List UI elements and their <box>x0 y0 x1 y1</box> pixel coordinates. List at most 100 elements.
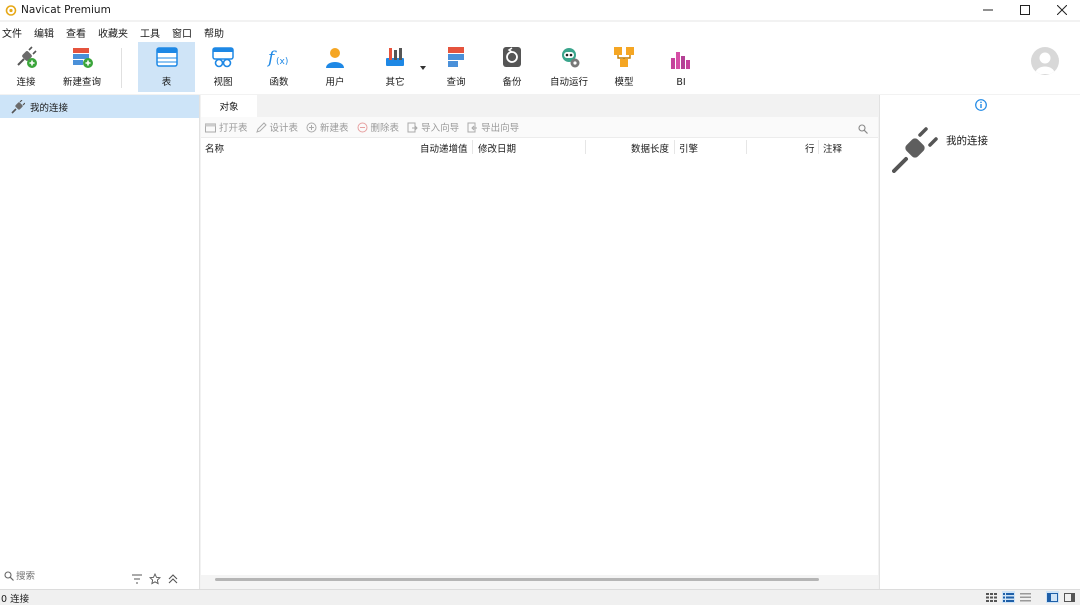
toolbar-divider <box>121 48 122 88</box>
menu-window[interactable]: 窗口 <box>169 25 201 40</box>
open-table-button[interactable]: 打开表 <box>205 120 248 134</box>
import-icon <box>407 122 418 132</box>
toolbar-function-label: 函数 <box>269 77 289 88</box>
function-icon: f (x) <box>267 48 288 68</box>
menu-help[interactable]: 帮助 <box>201 25 233 40</box>
close-icon <box>1056 5 1067 15</box>
info-icon[interactable] <box>975 99 987 111</box>
filter-icon[interactable] <box>131 573 143 585</box>
status-text: 0 连接 <box>1 593 30 605</box>
chevron-down-icon[interactable] <box>420 66 426 70</box>
maximize-icon <box>1019 5 1030 15</box>
delete-table-label: 删除表 <box>370 123 400 134</box>
sidebar-item-my-connections[interactable]: 我的连接 <box>0 95 199 118</box>
export-wizard-button[interactable]: 导出向导 <box>467 120 519 134</box>
toolbar-query-label: 查询 <box>446 77 466 88</box>
toolbar-connection-label: 连接 <box>16 77 36 88</box>
column-data-length[interactable]: 数据长度 <box>631 141 669 155</box>
delete-table-button[interactable]: 删除表 <box>357 120 400 134</box>
column-divider <box>818 140 819 154</box>
toolbar-table-button[interactable]: 表 <box>138 42 195 92</box>
view-mode-switcher <box>985 591 1076 603</box>
connection-plug-icon <box>11 99 25 114</box>
maximize-button[interactable] <box>1006 0 1043 20</box>
navicat-logo-icon <box>5 5 17 16</box>
toolbar-connection-button[interactable]: 连接 <box>4 42 48 92</box>
toolbar-backup-button[interactable]: 备份 <box>490 42 534 92</box>
close-button[interactable] <box>1043 0 1080 20</box>
user-icon <box>326 48 344 68</box>
toolbar-function-button[interactable]: f (x) 函数 <box>258 42 300 92</box>
connection-plug-icon <box>892 127 938 173</box>
toolbar-other-label: 其它 <box>385 77 405 88</box>
detail-view-icon[interactable] <box>1019 591 1032 603</box>
toolbar-new-query-button[interactable]: 新建查询 <box>58 42 106 92</box>
menu-view[interactable]: 查看 <box>63 25 95 40</box>
import-wizard-label: 导入向导 <box>421 123 460 134</box>
toggle-right-panel-icon[interactable] <box>1063 591 1076 603</box>
toolbar-bi-button[interactable]: BI <box>660 42 702 92</box>
model-icon <box>614 47 634 67</box>
status-bar-divider <box>1036 591 1042 603</box>
import-wizard-button[interactable]: 导入向导 <box>407 120 459 134</box>
toolbar-model-button[interactable]: 模型 <box>602 42 646 92</box>
tab-objects[interactable]: 对象 <box>201 95 257 117</box>
search-icon[interactable] <box>858 124 868 134</box>
info-panel-title: 我的连接 <box>946 135 988 147</box>
bi-chart-icon <box>671 52 690 69</box>
column-name[interactable]: 名称 <box>205 141 224 155</box>
toolbar-view-button[interactable]: 视图 <box>202 42 244 92</box>
search-input[interactable] <box>16 570 116 582</box>
minimize-button[interactable] <box>969 0 1006 20</box>
design-table-button[interactable]: 设计表 <box>255 120 298 134</box>
toolbar-view-label: 视图 <box>213 77 233 88</box>
column-divider <box>585 140 586 154</box>
remove-circle-icon <box>357 122 368 132</box>
collapse-chevrons-icon[interactable] <box>167 573 179 585</box>
export-wizard-label: 导出向导 <box>481 123 520 134</box>
toolbar-automation-button[interactable]: 自动运行 <box>546 42 592 92</box>
new-table-label: 新建表 <box>320 123 349 134</box>
toolbar-user-button[interactable]: 用户 <box>314 42 356 92</box>
main-toolbar: 连接 新建查询 表 视图 f (x) 函数 用户 其它 查询 备份 自动运行 模… <box>0 42 1080 94</box>
column-auto-increment[interactable]: 自动递增值 <box>420 141 468 155</box>
toolbar-other-button[interactable]: 其它 <box>372 42 418 92</box>
new-table-button[interactable]: 新建表 <box>306 120 349 134</box>
horizontal-scrollbar[interactable] <box>215 578 819 581</box>
toolbar-bi-label: BI <box>676 77 686 88</box>
list-view-icon[interactable] <box>1002 591 1015 603</box>
sidebar-item-label: 我的连接 <box>30 102 69 114</box>
column-divider <box>674 140 675 154</box>
column-engine[interactable]: 引擎 <box>679 141 698 155</box>
add-circle-icon <box>306 122 317 132</box>
export-icon <box>467 122 478 132</box>
toolbar-automation-label: 自动运行 <box>549 77 588 88</box>
open-table-label: 打开表 <box>219 123 248 134</box>
toolbar-query-button[interactable]: 查询 <box>434 42 478 92</box>
toolbar-new-query-label: 新建查询 <box>62 77 101 88</box>
new-query-icon <box>73 48 93 68</box>
avatar[interactable] <box>1031 47 1059 75</box>
object-tabs: 对象 <box>201 95 878 117</box>
menu-tools[interactable]: 工具 <box>137 25 169 40</box>
toolbar-user-label: 用户 <box>325 77 345 88</box>
status-bar: 0 连接 <box>0 589 1080 605</box>
column-divider <box>746 140 747 154</box>
column-rows[interactable]: 行 <box>805 141 815 155</box>
column-comment[interactable]: 注释 <box>823 141 842 155</box>
favorite-star-icon[interactable] <box>149 573 161 585</box>
user-avatar-icon <box>1035 52 1055 74</box>
toggle-left-panel-icon[interactable] <box>1046 591 1059 603</box>
view-icon <box>212 47 234 68</box>
menu-favorites[interactable]: 收藏夹 <box>95 25 137 40</box>
connection-plug-icon <box>17 46 37 68</box>
automation-robot-icon <box>562 48 580 68</box>
toolbar-table-label: 表 <box>161 77 172 88</box>
menu-edit[interactable]: 编辑 <box>31 25 63 40</box>
menu-file[interactable]: 文件 <box>0 25 31 40</box>
column-modified-date[interactable]: 修改日期 <box>478 141 516 155</box>
grid-view-icon[interactable] <box>985 591 998 603</box>
minimize-icon <box>982 9 993 11</box>
search-icon <box>4 571 14 581</box>
query-icon <box>448 47 464 67</box>
